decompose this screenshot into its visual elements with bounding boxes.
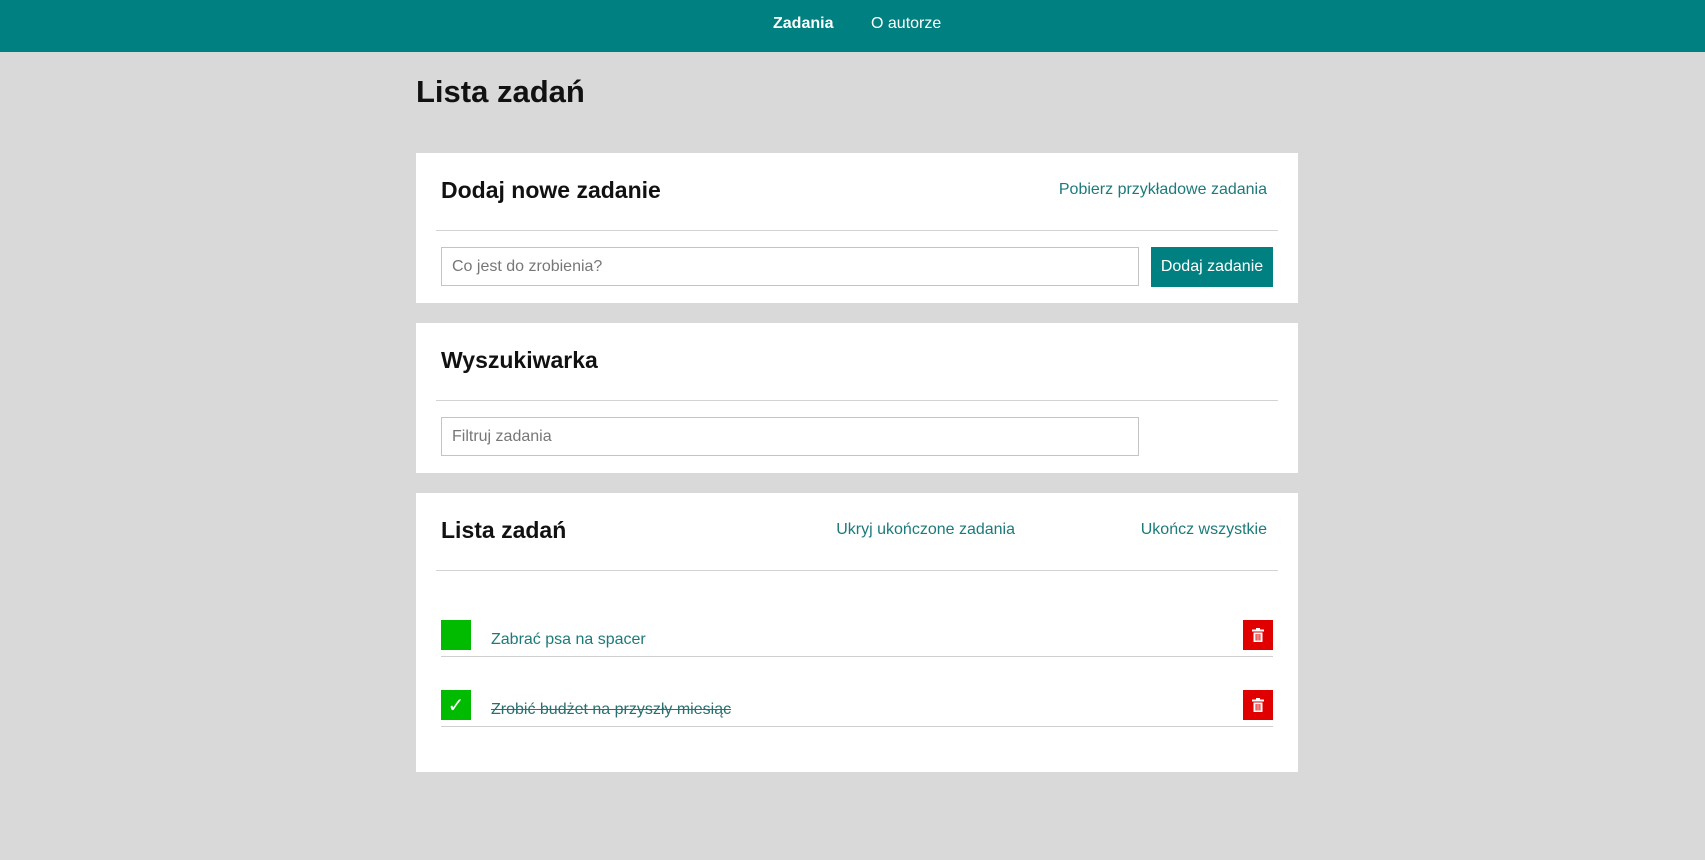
task-checkbox[interactable]: ✓	[441, 690, 471, 720]
nav-link-o-autorze[interactable]: O autorze	[871, 0, 941, 47]
divider	[436, 570, 1278, 571]
add-task-card: Dodaj nowe zadanie Pobierz przykładowe z…	[416, 153, 1298, 303]
page-title: Lista zadań	[416, 74, 585, 109]
filter-tasks-input[interactable]	[441, 417, 1139, 456]
search-title: Wyszukiwarka	[441, 347, 598, 373]
divider	[436, 400, 1278, 401]
task-label[interactable]: Zrobić budżet na przyszły miesiąc	[491, 700, 731, 720]
add-task-title: Dodaj nowe zadanie	[441, 177, 661, 203]
add-task-button[interactable]: Dodaj zadanie	[1151, 247, 1273, 287]
delete-task-button[interactable]	[1243, 620, 1273, 650]
top-navbar: Zadania O autorze	[0, 0, 1705, 52]
fetch-sample-tasks-link[interactable]: Pobierz przykładowe zadania	[1059, 180, 1267, 200]
nav-link-zadania[interactable]: Zadania	[773, 0, 833, 47]
trash-icon	[1252, 628, 1264, 642]
search-card: Wyszukiwarka	[416, 323, 1298, 473]
task-item: ✓ Zrobić budżet na przyszły miesiąc	[441, 686, 1273, 727]
task-list-title: Lista zadań	[441, 517, 567, 543]
trash-icon	[1252, 698, 1264, 712]
hide-completed-link[interactable]: Ukryj ukończone zadania	[836, 520, 1015, 540]
task-list-card: Lista zadań Ukryj ukończone zadania Ukoń…	[416, 493, 1298, 772]
task-item: Zabrać psa na spacer	[441, 616, 1273, 657]
task-checkbox[interactable]	[441, 620, 471, 650]
task-label[interactable]: Zabrać psa na spacer	[491, 630, 646, 650]
new-task-input[interactable]	[441, 247, 1139, 286]
divider	[436, 230, 1278, 231]
complete-all-link[interactable]: Ukończ wszystkie	[1141, 520, 1267, 540]
delete-task-button[interactable]	[1243, 690, 1273, 720]
